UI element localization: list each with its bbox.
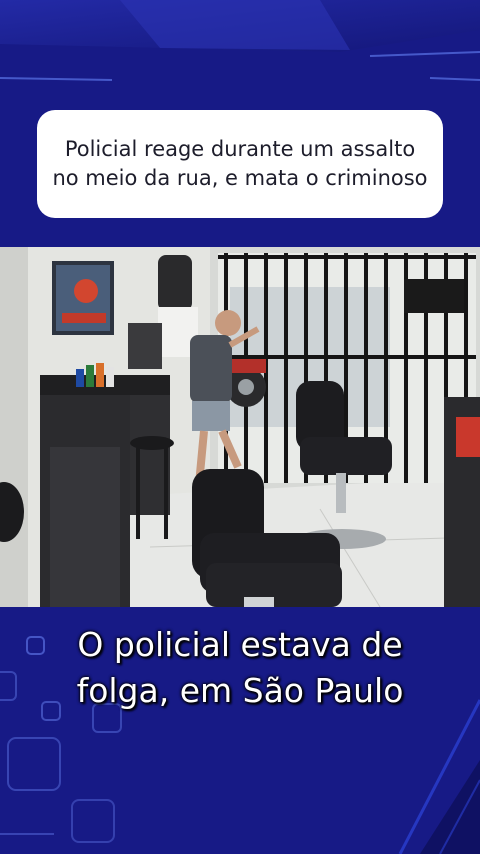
caption: O policial estava de folga, em São Paulo <box>0 622 480 714</box>
caption-line-1: O policial estava de <box>77 625 403 664</box>
video-frame-image <box>0 247 480 607</box>
headline-text: Policial reage durante um assalto no mei… <box>52 137 428 190</box>
video-frame[interactable] <box>0 247 480 607</box>
headline-card: Policial reage durante um assalto no mei… <box>37 110 443 218</box>
caption-line-2: folga, em São Paulo <box>76 671 404 710</box>
